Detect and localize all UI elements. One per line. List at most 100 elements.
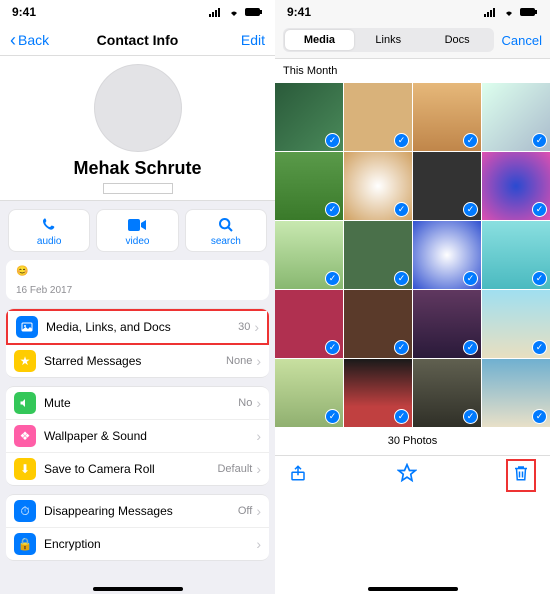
photo-thumbnail[interactable]: ✓ <box>344 152 412 220</box>
encryption-row[interactable]: 🔒 Encryption › <box>6 528 269 560</box>
photo-thumbnail[interactable]: ✓ <box>482 290 550 358</box>
status-indicators <box>209 7 263 17</box>
wifi-icon <box>502 7 516 17</box>
status-time: 9:41 <box>287 5 311 19</box>
mute-row[interactable]: Mute No › <box>6 387 269 420</box>
photo-thumbnail[interactable]: ✓ <box>275 221 343 289</box>
back-label: Back <box>18 32 49 48</box>
check-icon: ✓ <box>532 202 547 217</box>
save-camera-roll-row[interactable]: ⬇ Save to Camera Roll Default › <box>6 453 269 485</box>
photo-thumbnail[interactable]: ✓ <box>275 359 343 427</box>
saveroll-value: Default <box>217 463 252 475</box>
phone-icon <box>41 216 57 234</box>
download-icon: ⬇ <box>14 458 36 480</box>
audio-label: audio <box>37 236 61 247</box>
photo-count: 30 Photos <box>275 427 550 455</box>
profile-section: Mehak Schrute <box>0 56 275 201</box>
signal-icon <box>209 7 223 17</box>
check-icon: ✓ <box>394 271 409 286</box>
nav-title: Contact Info <box>97 32 179 48</box>
check-icon: ✓ <box>463 340 478 355</box>
media-links-docs-row[interactable]: Media, Links, and Docs 30 › <box>6 309 269 345</box>
photo-thumbnail[interactable]: ✓ <box>413 83 481 151</box>
mute-value: No <box>238 397 252 409</box>
chevron-right-icon: › <box>256 353 261 369</box>
photo-thumbnail[interactable]: ✓ <box>413 221 481 289</box>
check-icon: ✓ <box>463 133 478 148</box>
star-icon <box>397 463 417 483</box>
check-icon: ✓ <box>325 202 340 217</box>
search-icon <box>218 216 234 234</box>
home-indicator[interactable] <box>93 587 183 591</box>
share-button[interactable] <box>289 463 307 488</box>
back-chevron-icon: ‹ <box>10 33 16 47</box>
tab-media[interactable]: Media <box>285 30 354 50</box>
action-row: audio video search <box>0 201 275 260</box>
photo-thumbnail[interactable]: ✓ <box>482 152 550 220</box>
tab-links[interactable]: Links <box>354 30 423 50</box>
segmented-control: Media Links Docs <box>283 28 494 52</box>
chevron-right-icon: › <box>256 395 261 411</box>
status-bar: 9:41 <box>0 0 275 24</box>
photo-thumbnail[interactable]: ✓ <box>275 83 343 151</box>
chevron-right-icon: › <box>256 461 261 477</box>
media-group: Media, Links, and Docs 30 › ★ Starred Me… <box>6 308 269 378</box>
check-icon: ✓ <box>463 409 478 424</box>
photo-thumbnail[interactable]: ✓ <box>275 152 343 220</box>
check-icon: ✓ <box>325 133 340 148</box>
photo-grid: ✓ ✓ ✓ ✓ ✓ ✓ ✓ ✓ ✓ ✓ ✓ ✓ ✓ ✓ ✓ ✓ ✓ ✓ ✓ ✓ <box>275 83 550 427</box>
about-date: 16 Feb 2017 <box>6 281 269 300</box>
settings-group: Mute No › ❖ Wallpaper & Sound › ⬇ Save t… <box>6 386 269 486</box>
photo-thumbnail[interactable]: ✓ <box>413 290 481 358</box>
photo-thumbnail[interactable]: ✓ <box>344 359 412 427</box>
contact-info-screen: 9:41 ‹ Back Contact Info Edit Mehak Schr… <box>0 0 275 594</box>
tab-docs[interactable]: Docs <box>423 30 492 50</box>
saveroll-label: Save to Camera Roll <box>44 462 217 476</box>
wallpaper-icon: ❖ <box>14 425 36 447</box>
contact-phone-placeholder <box>103 183 173 194</box>
cancel-button[interactable]: Cancel <box>502 33 542 48</box>
avatar[interactable] <box>94 64 182 152</box>
starred-messages-row[interactable]: ★ Starred Messages None › <box>6 345 269 377</box>
media-gallery-screen: 9:41 Media Links Docs Cancel This Month … <box>275 0 550 594</box>
photo-thumbnail[interactable]: ✓ <box>344 83 412 151</box>
check-icon: ✓ <box>394 133 409 148</box>
video-label: video <box>126 236 150 247</box>
home-indicator[interactable] <box>368 587 458 591</box>
photo-thumbnail[interactable]: ✓ <box>482 221 550 289</box>
chevron-right-icon: › <box>256 536 261 552</box>
delete-button[interactable] <box>506 459 536 492</box>
star-icon: ★ <box>14 350 36 372</box>
photo-thumbnail[interactable]: ✓ <box>413 359 481 427</box>
photo-thumbnail[interactable]: ✓ <box>413 152 481 220</box>
photo-thumbnail[interactable]: ✓ <box>344 290 412 358</box>
audio-button[interactable]: audio <box>8 209 90 252</box>
status-time: 9:41 <box>12 5 36 19</box>
segmented-bar: Media Links Docs Cancel <box>275 24 550 59</box>
starred-label: Starred Messages <box>44 354 226 368</box>
disappearing-messages-row[interactable]: ⏱ Disappearing Messages Off › <box>6 495 269 528</box>
back-button[interactable]: ‹ Back <box>10 32 60 48</box>
about-card[interactable]: 😊 16 Feb 2017 <box>6 260 269 300</box>
trash-icon <box>512 463 530 483</box>
favorite-button[interactable] <box>397 463 417 488</box>
timer-icon: ⏱ <box>14 500 36 522</box>
check-icon: ✓ <box>325 340 340 355</box>
video-button[interactable]: video <box>96 209 178 252</box>
check-icon: ✓ <box>463 202 478 217</box>
chevron-right-icon: › <box>254 319 259 335</box>
check-icon: ✓ <box>394 202 409 217</box>
battery-icon <box>520 7 538 17</box>
check-icon: ✓ <box>325 271 340 286</box>
starred-value: None <box>226 355 252 367</box>
photo-icon <box>16 316 38 338</box>
encryption-label: Encryption <box>44 537 256 551</box>
wallpaper-row[interactable]: ❖ Wallpaper & Sound › <box>6 420 269 453</box>
photo-thumbnail[interactable]: ✓ <box>482 83 550 151</box>
photo-thumbnail[interactable]: ✓ <box>344 221 412 289</box>
status-bar: 9:41 <box>275 0 550 24</box>
photo-thumbnail[interactable]: ✓ <box>275 290 343 358</box>
photo-thumbnail[interactable]: ✓ <box>482 359 550 427</box>
edit-button[interactable]: Edit <box>215 32 265 48</box>
search-button[interactable]: search <box>185 209 267 252</box>
